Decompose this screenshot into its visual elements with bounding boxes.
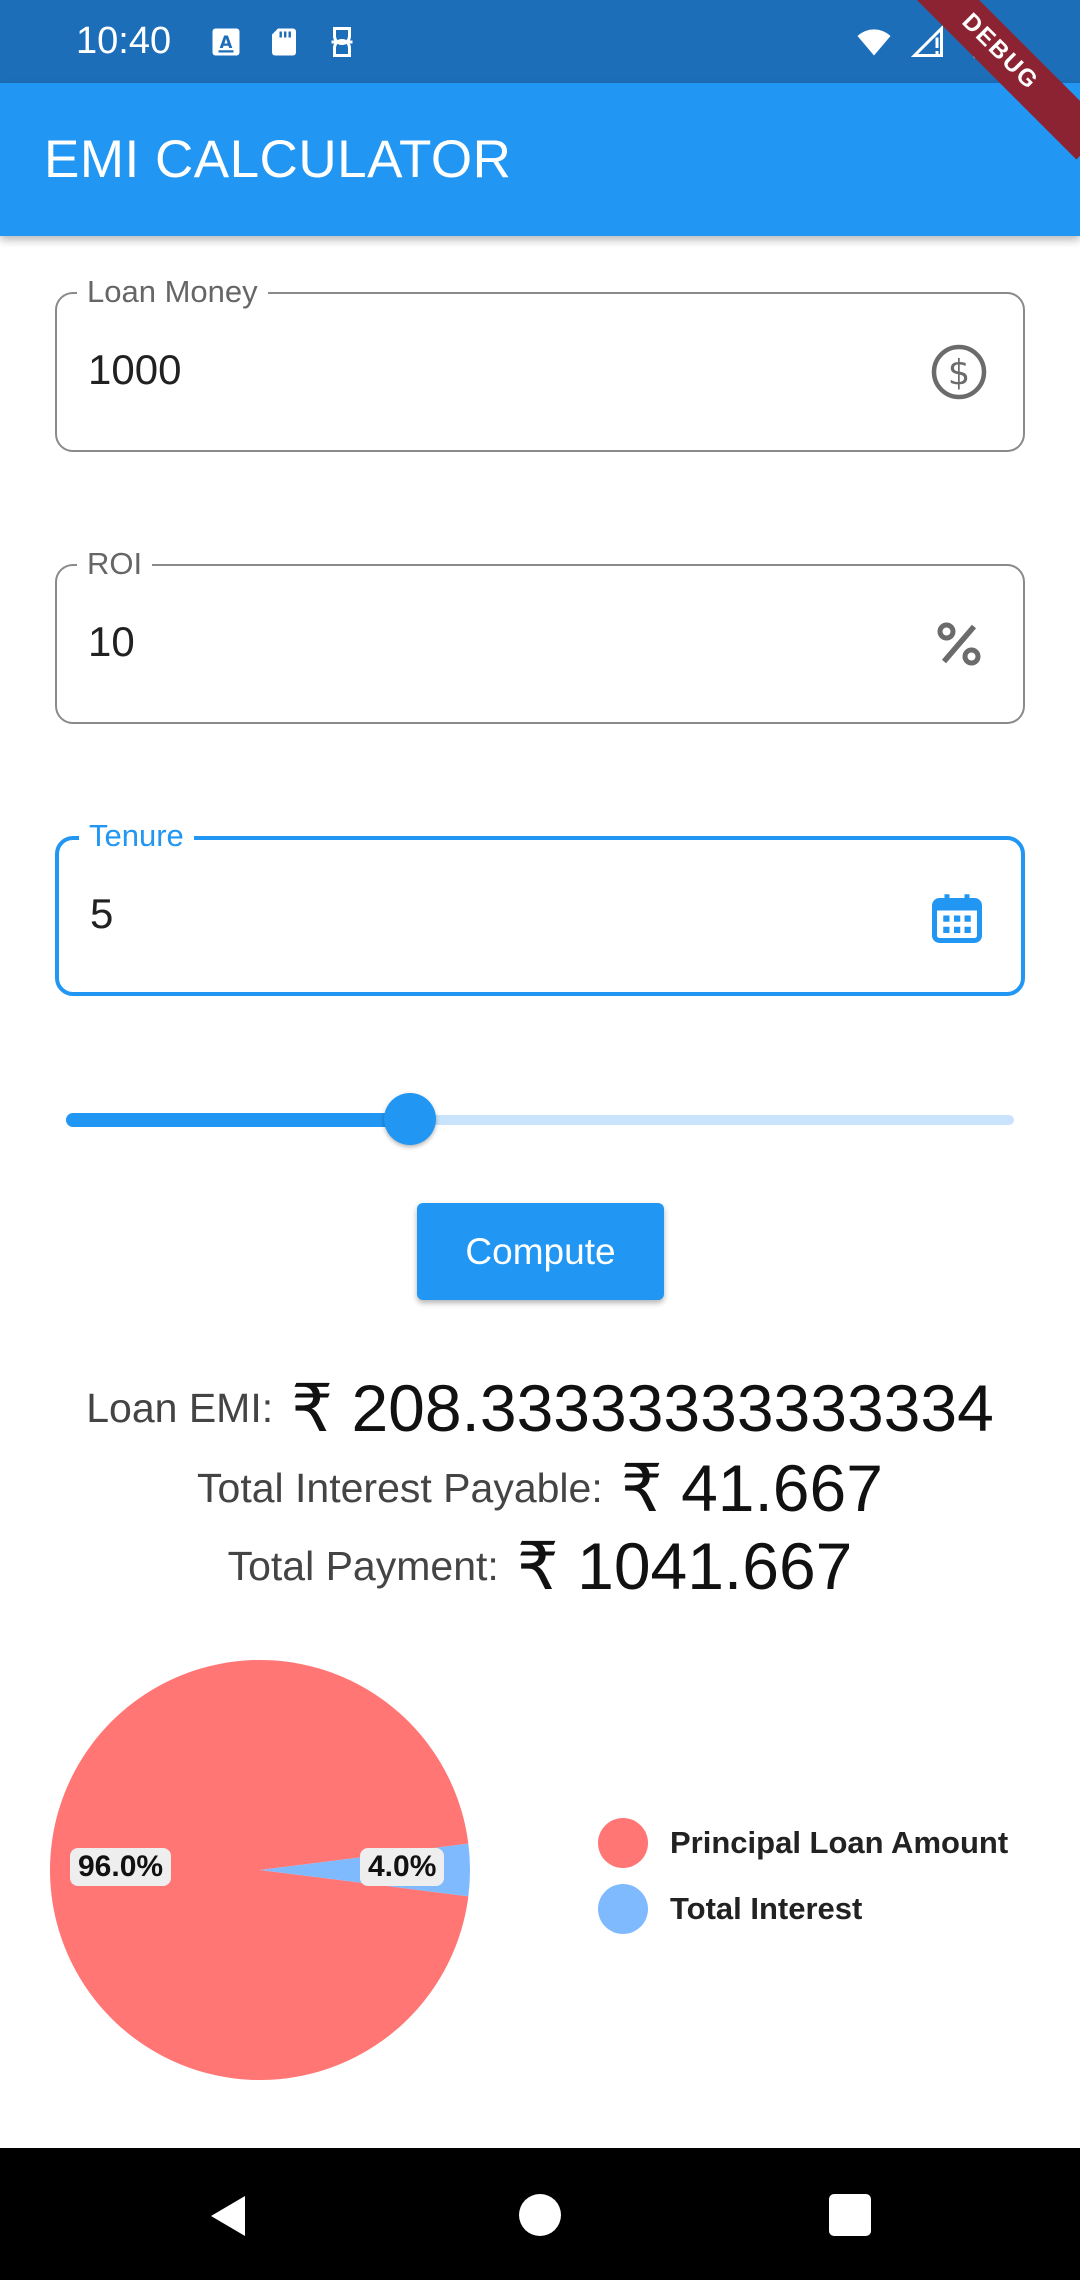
svg-text:A: A bbox=[220, 33, 233, 52]
vpn-key-icon bbox=[331, 27, 353, 57]
total-payment-row: Total Payment: ₹ 1041.667 bbox=[0, 1528, 1080, 1605]
tenure-label: Tenure bbox=[79, 818, 194, 854]
loan-emi-label: Loan EMI: bbox=[86, 1385, 274, 1431]
total-interest-value: ₹ 41.667 bbox=[620, 1451, 883, 1525]
status-bar: 10:40 A bbox=[0, 0, 1080, 83]
slider-thumb[interactable] bbox=[384, 1093, 437, 1145]
legend-swatch bbox=[598, 1884, 648, 1934]
slider-fill bbox=[66, 1113, 411, 1127]
pie-label-interest: 4.0% bbox=[360, 1848, 445, 1886]
dollar-circle-icon: $ bbox=[931, 344, 987, 400]
home-icon[interactable] bbox=[519, 2194, 561, 2236]
nav-bar bbox=[0, 2148, 1080, 2280]
recents-icon[interactable] bbox=[829, 2194, 871, 2236]
loan-money-field[interactable]: Loan Money 1000 $ bbox=[55, 274, 1025, 452]
loan-money-value[interactable]: 1000 bbox=[88, 346, 181, 394]
total-interest-row: Total Interest Payable: ₹ 41.667 bbox=[0, 1450, 1080, 1527]
tenure-slider[interactable] bbox=[66, 1093, 1014, 1145]
legend-item-principal: Principal Loan Amount bbox=[598, 1810, 1008, 1876]
compute-button[interactable]: Compute bbox=[417, 1203, 664, 1300]
svg-text:$: $ bbox=[948, 354, 970, 394]
roi-field[interactable]: ROI 10 bbox=[55, 546, 1025, 724]
signal-icon bbox=[910, 24, 943, 57]
app-bar: EMI CALCULATOR bbox=[0, 83, 1080, 236]
tenure-field[interactable]: Tenure 5 bbox=[55, 818, 1025, 996]
sd-card-icon bbox=[272, 28, 296, 56]
app-title: EMI CALCULATOR bbox=[44, 130, 512, 189]
roi-label: ROI bbox=[77, 546, 153, 582]
calendar-icon bbox=[932, 894, 982, 943]
legend-label: Total Interest bbox=[670, 1891, 863, 1926]
wifi-icon bbox=[857, 29, 891, 56]
font-a-icon: A bbox=[212, 28, 240, 56]
total-interest-label: Total Interest Payable: bbox=[197, 1465, 603, 1511]
loan-money-label: Loan Money bbox=[77, 274, 268, 310]
roi-value[interactable]: 10 bbox=[88, 618, 135, 666]
back-icon[interactable] bbox=[205, 2192, 249, 2240]
legend-item-interest: Total Interest bbox=[598, 1876, 1008, 1942]
pie-chart: 96.0% 4.0% bbox=[40, 1650, 480, 2090]
total-payment-value: ₹ 1041.667 bbox=[516, 1529, 853, 1603]
loan-emi-row: Loan EMI: ₹ 208.33333333333334 bbox=[0, 1370, 1080, 1447]
status-time: 10:40 bbox=[76, 20, 172, 62]
pie-label-principal: 96.0% bbox=[70, 1848, 172, 1886]
chart-legend: Principal Loan Amount Total Interest bbox=[598, 1810, 1008, 1942]
legend-label: Principal Loan Amount bbox=[670, 1825, 1009, 1860]
total-payment-label: Total Payment: bbox=[227, 1543, 499, 1589]
percent-icon bbox=[937, 622, 981, 666]
loan-emi-value: ₹ 208.33333333333334 bbox=[291, 1371, 994, 1445]
legend-swatch bbox=[598, 1818, 648, 1868]
tenure-value[interactable]: 5 bbox=[90, 890, 113, 938]
